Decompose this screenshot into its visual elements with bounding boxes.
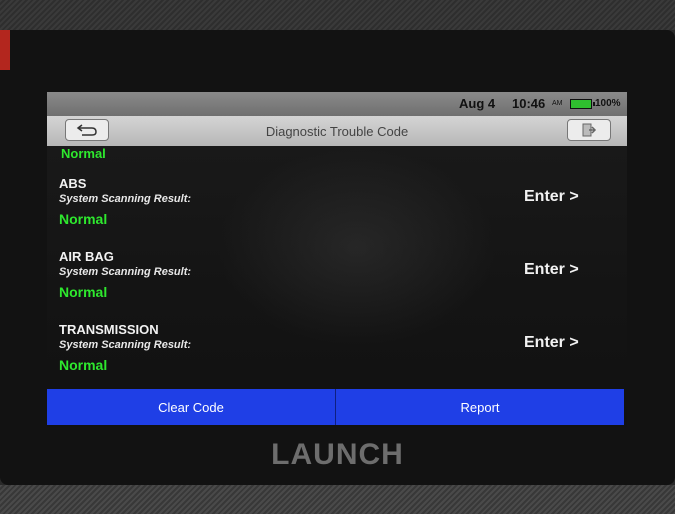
system-name: ABS (59, 176, 87, 191)
report-button[interactable]: Report (336, 389, 624, 425)
battery-icon (570, 99, 595, 109)
system-item-abs: ABS System Scanning Result: Normal Enter… (59, 176, 619, 244)
system-item-transmission: TRANSMISSION System Scanning Result: Nor… (59, 322, 619, 390)
status-ampm: AM (552, 100, 563, 107)
enter-button[interactable]: Enter > (524, 261, 579, 279)
status-bar: Aug 4 10:46 AM 100% (47, 92, 627, 116)
page-title: Diagnostic Trouble Code (265, 124, 409, 139)
status-date: Aug 4 (459, 96, 496, 111)
system-item-air-bag: AIR BAG System Scanning Result: Normal E… (59, 249, 619, 317)
enter-button[interactable]: Enter > (524, 188, 579, 206)
bottom-button-bar: Clear Code Report (47, 389, 624, 425)
system-status: Normal (59, 284, 108, 300)
system-result-label: System Scanning Result: (59, 339, 192, 351)
system-status: Normal (59, 211, 108, 227)
system-result-label: System Scanning Result: (59, 193, 192, 205)
exit-button[interactable] (567, 119, 611, 141)
system-name: TRANSMISSION (59, 322, 159, 337)
system-name: AIR BAG (59, 249, 114, 264)
device-red-accent (0, 30, 10, 70)
device-brand-logo: LAUNCH (271, 438, 404, 471)
device-frame-bottom (0, 485, 675, 514)
device-frame-top (0, 0, 675, 30)
previous-system-status: Normal (61, 146, 106, 161)
status-time: 10:46 (512, 96, 546, 111)
system-result-label: System Scanning Result: (59, 266, 192, 278)
clear-code-button[interactable]: Clear Code (47, 389, 336, 425)
status-battery: 100% (595, 98, 621, 109)
exit-icon (582, 123, 597, 137)
system-status: Normal (59, 357, 108, 373)
enter-button[interactable]: Enter > (524, 334, 579, 352)
screen: Aug 4 10:46 AM 100% Diagnostic Trouble C… (47, 92, 627, 427)
title-bar: Diagnostic Trouble Code (47, 116, 627, 146)
